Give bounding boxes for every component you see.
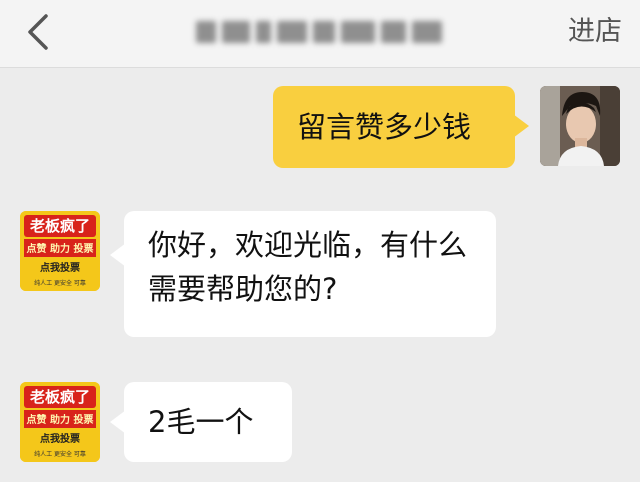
message-text: 留言赞多少钱 bbox=[297, 110, 472, 144]
chat-title-blurred bbox=[196, 16, 442, 48]
svg-text:点我投票: 点我投票 bbox=[40, 432, 80, 445]
svg-text:老板疯了: 老板疯了 bbox=[29, 388, 90, 406]
user-avatar[interactable] bbox=[540, 86, 620, 166]
svg-text:点我投票: 点我投票 bbox=[40, 261, 80, 274]
shop-avatar[interactable]: 老板疯了 点赞 助力 投票 点我投票 纯人工 更安全 可靠 bbox=[20, 211, 100, 291]
message-bubble-outgoing[interactable]: 留言赞多少钱 bbox=[273, 86, 529, 168]
message-text: 你好，欢迎光临，有什么需要帮助您的? bbox=[148, 228, 468, 306]
svg-text:老板疯了: 老板疯了 bbox=[29, 217, 90, 235]
chevron-left-icon bbox=[28, 14, 48, 50]
svg-text:纯人工 更安全 可靠: 纯人工 更安全 可靠 bbox=[34, 279, 86, 287]
message-bubble-incoming[interactable]: 2毛一个 bbox=[110, 382, 292, 462]
svg-text:点赞 助力 投票: 点赞 助力 投票 bbox=[27, 413, 94, 426]
user-avatar-photo bbox=[540, 86, 620, 166]
shop-logo: 老板疯了 点赞 助力 投票 点我投票 纯人工 更安全 可靠 bbox=[20, 382, 100, 462]
message-text: 2毛一个 bbox=[148, 405, 254, 439]
chat-screen: 进店 留言赞多少钱 老板疯了 点赞 助力 投票 点我投票 纯人工 更安全 可靠 bbox=[0, 0, 640, 482]
svg-text:纯人工 更安全 可靠: 纯人工 更安全 可靠 bbox=[34, 450, 86, 458]
back-button[interactable] bbox=[18, 8, 58, 56]
enter-shop-button[interactable]: 进店 bbox=[568, 14, 622, 50]
shop-avatar[interactable]: 老板疯了 点赞 助力 投票 点我投票 纯人工 更安全 可靠 bbox=[20, 382, 100, 462]
message-bubble-incoming[interactable]: 你好，欢迎光临，有什么需要帮助您的? bbox=[110, 211, 496, 337]
shop-logo: 老板疯了 点赞 助力 投票 点我投票 纯人工 更安全 可靠 bbox=[20, 211, 100, 291]
chat-header: 进店 bbox=[0, 0, 640, 68]
svg-text:点赞 助力 投票: 点赞 助力 投票 bbox=[27, 242, 94, 255]
